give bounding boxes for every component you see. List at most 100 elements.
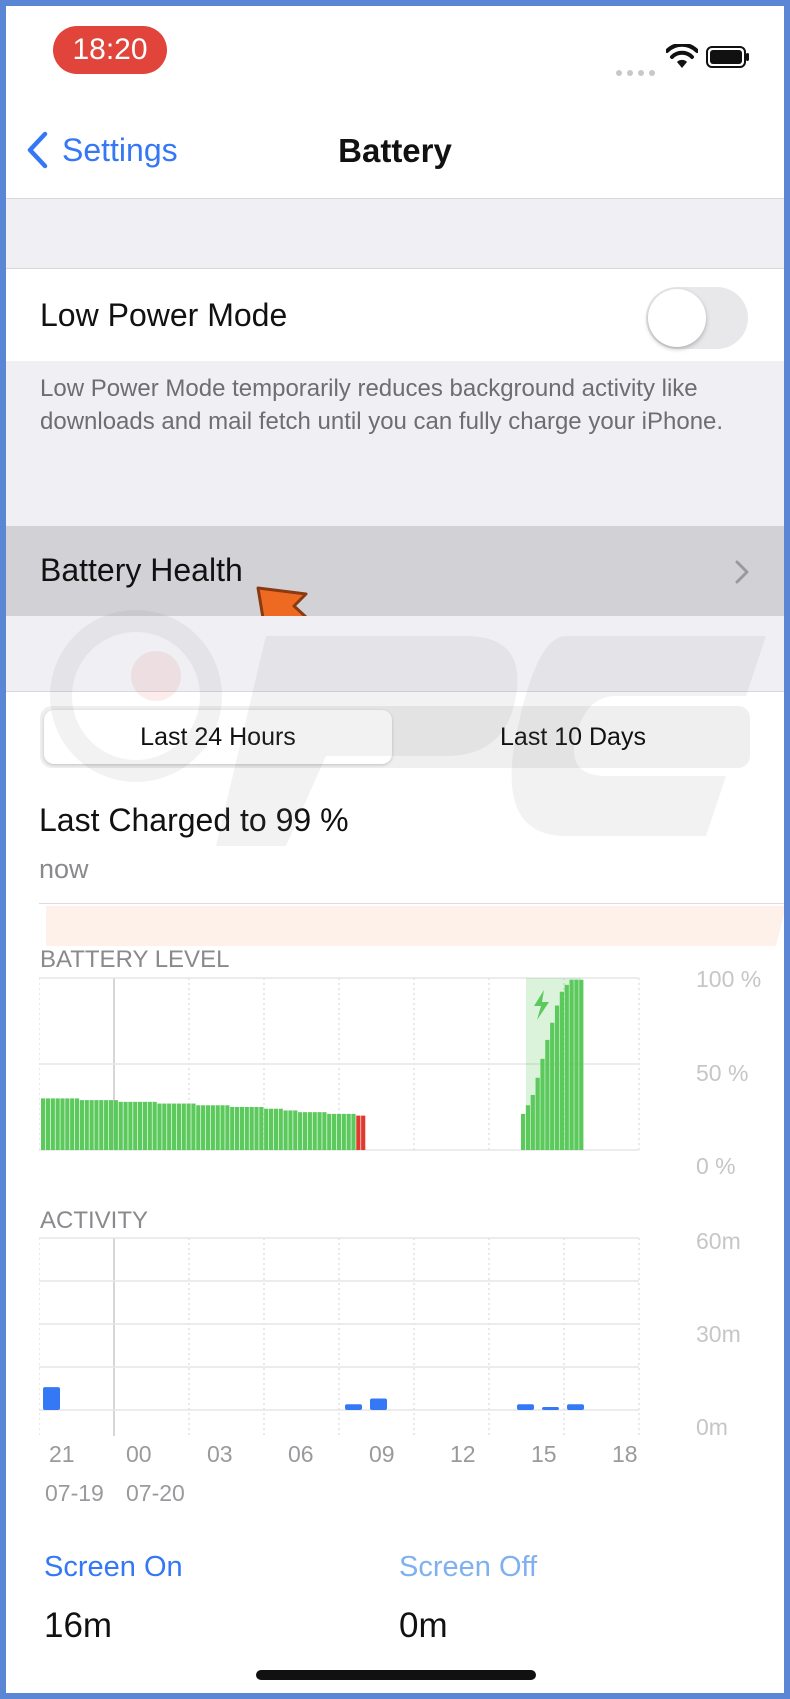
battery-bar-charging xyxy=(564,984,569,1150)
battery-bar xyxy=(346,1113,351,1150)
battery-bar xyxy=(55,1098,60,1150)
battery-bar xyxy=(322,1112,327,1150)
battery-bar xyxy=(312,1112,317,1150)
battery-bar xyxy=(317,1112,322,1150)
battery-bar xyxy=(50,1098,55,1150)
battery-bar xyxy=(94,1100,99,1150)
segment-last-10-days[interactable]: Last 10 Days xyxy=(396,706,750,768)
x-tick-label: 00 xyxy=(126,1441,152,1467)
battery-bar xyxy=(176,1103,181,1150)
low-power-mode-row: Low Power Mode xyxy=(6,268,784,362)
battery-bar xyxy=(254,1107,259,1150)
battery-bar-charging xyxy=(530,1094,535,1150)
battery-bar xyxy=(215,1105,220,1150)
battery-bar-charging xyxy=(535,1077,540,1150)
battery-bar-charging xyxy=(545,1039,550,1150)
battery-bar xyxy=(79,1100,84,1150)
battery-bar-charging xyxy=(579,979,584,1150)
activity-bar xyxy=(370,1398,387,1410)
battery-bar xyxy=(70,1098,75,1150)
battery-bar xyxy=(273,1108,278,1150)
last-charged-title: Last Charged to 99 % xyxy=(39,802,349,838)
battery-bar xyxy=(60,1098,65,1150)
battery-axis-top-label: 100 % xyxy=(696,966,762,992)
chevron-right-icon xyxy=(735,560,749,584)
battery-bar xyxy=(249,1107,254,1150)
battery-bar xyxy=(84,1100,89,1150)
battery-bar xyxy=(167,1103,172,1150)
section-spacer xyxy=(6,616,784,692)
low-power-mode-toggle[interactable] xyxy=(646,287,748,349)
battery-bar xyxy=(186,1103,191,1150)
segment-last-24-hours[interactable]: Last 24 Hours xyxy=(44,710,392,764)
battery-bar xyxy=(191,1103,196,1150)
battery-bar xyxy=(157,1103,162,1150)
x-tick-label: 18 xyxy=(612,1441,638,1467)
battery-bar xyxy=(45,1098,51,1150)
low-power-mode-label: Low Power Mode xyxy=(40,297,288,333)
battery-bar xyxy=(268,1108,274,1150)
status-time[interactable]: 18:20 xyxy=(53,26,167,74)
home-indicator[interactable] xyxy=(256,1670,536,1680)
battery-bar xyxy=(210,1105,215,1150)
activity-bar xyxy=(345,1404,362,1410)
battery-bar-low xyxy=(356,1115,361,1150)
battery-bar xyxy=(259,1107,264,1150)
screen-off-label[interactable]: Screen Off xyxy=(399,1551,537,1584)
battery-bar xyxy=(89,1100,94,1150)
battery-bar xyxy=(147,1101,152,1150)
activity-axis-mid-label: 30m xyxy=(696,1321,741,1347)
battery-bar xyxy=(332,1113,337,1150)
battery-bar-charging xyxy=(574,979,579,1150)
battery-bar xyxy=(225,1105,230,1150)
screen-on-label[interactable]: Screen On xyxy=(44,1551,183,1584)
wifi-icon xyxy=(666,44,698,68)
navigation-bar: Settings Battery xyxy=(6,102,784,199)
x-date-label: 07-19 xyxy=(45,1480,104,1506)
page-title: Battery xyxy=(338,132,452,169)
battery-axis-mid-label: 50 % xyxy=(696,1060,749,1086)
battery-bar xyxy=(205,1105,211,1150)
activity-bar xyxy=(43,1387,60,1410)
battery-icon xyxy=(706,46,749,68)
x-tick-label: 15 xyxy=(531,1441,557,1467)
battery-bar xyxy=(128,1101,133,1150)
activity-bar xyxy=(542,1407,559,1410)
battery-bar xyxy=(99,1100,104,1150)
battery-bar xyxy=(133,1101,138,1150)
x-date-label: 07-20 xyxy=(126,1480,185,1506)
battery-bar-charging xyxy=(540,1058,545,1150)
screen-on-value: 16m xyxy=(44,1606,113,1645)
battery-bar xyxy=(341,1113,346,1150)
activity-chart xyxy=(39,1237,640,1436)
battery-bar xyxy=(288,1110,293,1150)
battery-health-label: Battery Health xyxy=(40,552,243,588)
battery-level-heading: BATTERY LEVEL xyxy=(40,946,230,973)
battery-bar xyxy=(235,1107,240,1150)
battery-bar xyxy=(220,1105,225,1150)
battery-health-row[interactable]: Battery Health xyxy=(6,526,784,616)
battery-bar xyxy=(162,1103,167,1150)
battery-bar xyxy=(108,1100,114,1150)
battery-bar-low xyxy=(361,1115,366,1150)
time-range-segmented-control: Last 24 Hours Last 10 Days xyxy=(40,706,750,768)
phone-screen: 18:20 Settings Battery Low Power Mode Lo… xyxy=(6,6,784,1693)
battery-bar xyxy=(181,1103,186,1150)
battery-bar xyxy=(264,1108,269,1150)
battery-bar xyxy=(283,1110,288,1150)
battery-bar xyxy=(65,1098,70,1150)
battery-bar xyxy=(113,1100,118,1150)
battery-bar-charging xyxy=(569,979,574,1150)
battery-bar xyxy=(302,1112,308,1150)
activity-bar xyxy=(517,1404,534,1410)
battery-axis-bottom-label: 0 % xyxy=(696,1153,736,1179)
cellular-signal-icon xyxy=(616,63,660,81)
battery-bar-charging xyxy=(525,1105,531,1150)
divider xyxy=(39,903,784,904)
battery-bar xyxy=(239,1107,245,1150)
battery-bar-charging xyxy=(554,1005,560,1150)
activity-axis-top-label: 60m xyxy=(696,1228,741,1254)
screen-off-value: 0m xyxy=(399,1606,448,1645)
section-spacer xyxy=(6,199,784,268)
battery-bar xyxy=(307,1112,312,1150)
